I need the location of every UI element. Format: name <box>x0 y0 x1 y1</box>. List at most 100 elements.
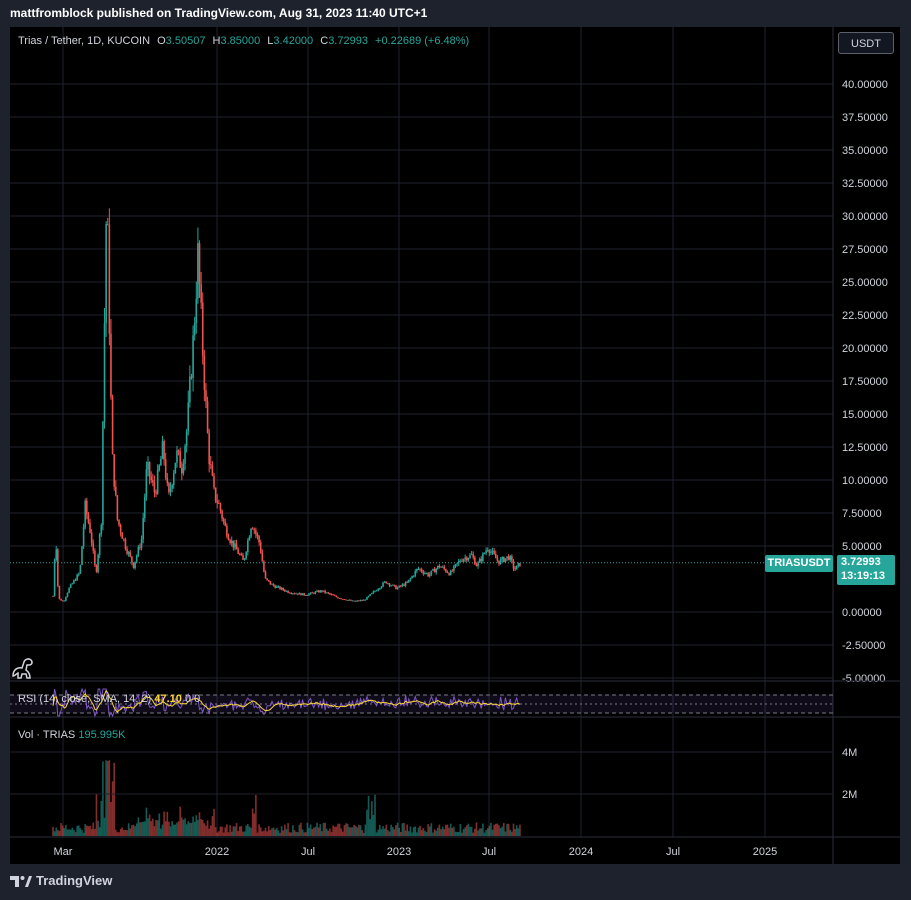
candle-body <box>464 557 466 560</box>
candle-body <box>427 573 429 577</box>
volume-bar <box>118 832 120 836</box>
candle-body <box>77 573 80 575</box>
volume-bar <box>137 817 140 836</box>
candle-body <box>181 467 183 474</box>
volume-bar <box>309 824 312 836</box>
candle-body <box>90 532 93 544</box>
candle-body <box>470 554 473 556</box>
candle-body <box>319 590 322 593</box>
volume-label: Vol · TRIAS <box>18 729 76 741</box>
candle-body <box>321 590 323 592</box>
candle-body <box>185 431 188 447</box>
volume-bar <box>222 832 225 836</box>
candle-body <box>219 503 222 511</box>
volume-bar <box>377 829 380 836</box>
candle-body <box>292 593 294 595</box>
volume-bar <box>379 824 381 836</box>
volume-bar <box>445 824 447 836</box>
candle-body <box>211 465 214 476</box>
candle-body <box>227 536 230 540</box>
candle-body <box>354 600 357 602</box>
volume-bar <box>193 821 196 836</box>
tradingview-logo-icon <box>10 875 32 887</box>
volume-bar <box>514 828 516 836</box>
volume-bar <box>325 828 328 836</box>
volume-bar <box>203 823 206 836</box>
volume-bar <box>224 827 227 836</box>
candle-body <box>243 558 246 560</box>
candle-body <box>58 585 61 600</box>
volume-bar <box>290 832 293 836</box>
candle-body <box>255 530 257 534</box>
candle-body <box>303 593 305 596</box>
dinosaur-icon[interactable] <box>10 654 36 680</box>
volume-bar <box>337 823 339 836</box>
candle-body <box>119 525 122 533</box>
candle-body <box>129 552 132 557</box>
candle-body <box>57 549 59 586</box>
volume-bar <box>448 827 450 836</box>
candle-body <box>222 518 225 522</box>
candle-body <box>98 534 101 555</box>
candle-body <box>503 557 505 562</box>
x-axis-tick-label: 2025 <box>753 846 777 858</box>
candle-body <box>111 396 114 455</box>
candle-body <box>296 593 299 595</box>
volume-bar <box>409 826 412 836</box>
volume-bar <box>71 827 74 836</box>
volume-bar <box>472 832 475 836</box>
volume-bar <box>147 818 149 836</box>
volume-bar <box>375 832 378 836</box>
candle-body <box>290 593 293 595</box>
volume-bar <box>414 826 417 836</box>
volume-bar <box>150 821 153 836</box>
volume-bar <box>284 824 286 836</box>
volume-bar <box>411 832 413 836</box>
candle-body <box>148 461 151 477</box>
volume-bar <box>192 816 194 836</box>
volume-bar <box>190 822 193 836</box>
candle-body <box>172 473 175 485</box>
candle-body <box>293 593 296 595</box>
volume-bar <box>218 831 220 836</box>
volume-bar <box>65 825 67 836</box>
volume-bar <box>382 826 384 836</box>
volume-bar <box>58 830 61 836</box>
rsi-legend: RSI (14, close, SMA, 14, 2) 47.10 0 0 <box>18 693 200 705</box>
volume-bar <box>185 824 188 836</box>
volume-bar <box>298 824 301 836</box>
candle-body <box>480 558 483 561</box>
volume-bar <box>345 823 347 836</box>
volume-bar <box>181 817 183 836</box>
volume-bar <box>364 824 367 836</box>
volume-bar <box>515 825 518 836</box>
candle-body <box>166 477 169 484</box>
candle-body <box>155 492 157 494</box>
candle-body <box>506 556 508 559</box>
candle-body <box>441 566 444 568</box>
volume-bar <box>124 830 127 836</box>
volume-bar <box>475 822 478 836</box>
candle-body <box>301 593 304 596</box>
volume-bar <box>182 819 185 836</box>
volume-bar <box>171 821 173 836</box>
volume-bar <box>285 829 288 836</box>
volume-bar <box>506 823 508 836</box>
symbol-name: Trias / Tether, 1D, KUCOIN <box>18 35 151 47</box>
candle-body <box>106 224 109 225</box>
volume-bar <box>226 824 228 836</box>
currency-button[interactable]: USDT <box>838 32 894 54</box>
tradingview-brand[interactable]: TradingView <box>10 873 112 888</box>
candle-body <box>113 454 115 487</box>
candle-body <box>308 593 310 596</box>
candle-body <box>242 555 244 560</box>
candle-body <box>346 599 349 601</box>
candle-body <box>69 584 72 588</box>
volume-bar <box>330 832 333 836</box>
candle-body <box>140 539 143 548</box>
chart-canvas[interactable]: 40.00000 37.50000 35.00000 32.50000 30.00000… <box>10 27 900 864</box>
volume-bar <box>408 831 410 836</box>
candle-body <box>224 521 227 526</box>
candle-body <box>351 600 354 602</box>
candle-body <box>256 533 259 537</box>
